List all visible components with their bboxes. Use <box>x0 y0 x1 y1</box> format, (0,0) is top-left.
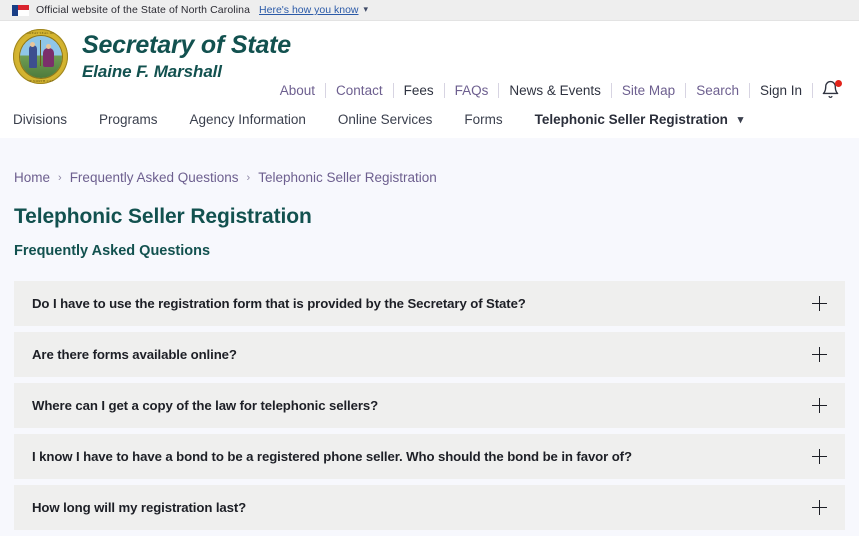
breadcrumb-item-home[interactable]: Home <box>14 170 50 185</box>
nav-item-forms[interactable]: Forms <box>464 112 502 127</box>
faq-item[interactable]: Are there forms available online? <box>14 332 845 378</box>
how-you-know-link[interactable]: Here's how you know <box>259 4 358 16</box>
chevron-down-icon[interactable]: ▾ <box>364 4 369 15</box>
nav-item-online-services[interactable]: Online Services <box>338 112 433 127</box>
gov-banner-text: Official website of the State of North C… <box>36 4 251 16</box>
utility-link-site-map[interactable]: Site Map <box>612 82 687 98</box>
main-content: Home › Frequently Asked Questions › Tele… <box>0 138 859 531</box>
plus-icon[interactable] <box>812 398 827 414</box>
breadcrumb: Home › Frequently Asked Questions › Tele… <box>14 138 845 185</box>
breadcrumb-item-telephonic-seller-registration[interactable]: Telephonic Seller Registration <box>258 170 437 185</box>
nav-item-agency-information[interactable]: Agency Information <box>190 112 306 127</box>
bell-icon[interactable] <box>821 80 845 100</box>
faq-question: I know I have to have a bond to be a reg… <box>32 449 632 465</box>
chevron-down-icon: ▾ <box>737 113 744 126</box>
utility-link-news-events[interactable]: News & Events <box>499 82 612 98</box>
site-header: THE GREAT SEAL OF THE STATE OF NORTH CAR… <box>0 21 859 100</box>
plus-icon[interactable] <box>812 449 827 465</box>
nav-item-programs[interactable]: Programs <box>99 112 158 127</box>
nc-state-seal-icon: THE GREAT SEAL OF THE STATE OF NORTH CAR… <box>13 29 68 84</box>
utility-link-contact[interactable]: Contact <box>326 82 394 98</box>
breadcrumb-separator: › <box>58 171 62 184</box>
brand-subtitle: Elaine F. Marshall <box>82 62 222 81</box>
brand-title: Secretary of State <box>82 31 291 59</box>
utility-link-search[interactable]: Search <box>686 82 750 98</box>
utility-link-faqs[interactable]: FAQs <box>445 82 500 98</box>
faq-question: Are there forms available online? <box>32 347 237 363</box>
plus-icon[interactable] <box>812 347 827 363</box>
brand-logo[interactable]: THE GREAT SEAL OF THE STATE OF NORTH CAR… <box>0 21 291 84</box>
utility-nav: About Contact Fees FAQs News & Events Si… <box>280 79 845 101</box>
seal-ring-top-text: THE GREAT SEAL OF THE <box>18 30 63 35</box>
faq-accordion: Do I have to use the registration form t… <box>14 281 845 531</box>
main-nav: Divisions Programs Agency Information On… <box>0 100 859 138</box>
page-title: Telephonic Seller Registration <box>14 205 312 228</box>
nav-item-telephonic-seller-registration-label: Telephonic Seller Registration <box>534 111 728 127</box>
utility-link-fees[interactable]: Fees <box>394 82 445 98</box>
notification-badge <box>835 80 842 87</box>
gov-banner: Official website of the State of North C… <box>0 0 859 21</box>
nav-item-divisions[interactable]: Divisions <box>13 112 67 127</box>
utility-link-about[interactable]: About <box>280 82 327 98</box>
faq-item[interactable]: Do I have to use the registration form t… <box>14 281 845 327</box>
faq-item[interactable]: I know I have to have a bond to be a reg… <box>14 434 845 480</box>
nc-flag-icon <box>12 4 29 16</box>
nav-item-telephonic-seller-registration[interactable]: Telephonic Seller Registration ▾ <box>535 112 744 127</box>
faq-question: How long will my registration last? <box>32 500 247 516</box>
faq-item[interactable]: How long will my registration last? <box>14 485 845 531</box>
faq-item[interactable]: Where can I get a copy of the law for te… <box>14 383 845 429</box>
utility-link-sign-in[interactable]: Sign In <box>750 82 813 98</box>
plus-icon[interactable] <box>812 500 827 516</box>
page-subtitle: Frequently Asked Questions <box>14 243 211 260</box>
breadcrumb-item-frequently-asked-questions[interactable]: Frequently Asked Questions <box>70 170 239 185</box>
faq-question: Do I have to use the registration form t… <box>32 296 526 312</box>
faq-question: Where can I get a copy of the law for te… <box>32 398 379 414</box>
seal-ring-bottom-text: STATE OF NORTH CAROLINA <box>15 78 66 83</box>
plus-icon[interactable] <box>812 296 827 312</box>
breadcrumb-separator: › <box>246 171 251 184</box>
